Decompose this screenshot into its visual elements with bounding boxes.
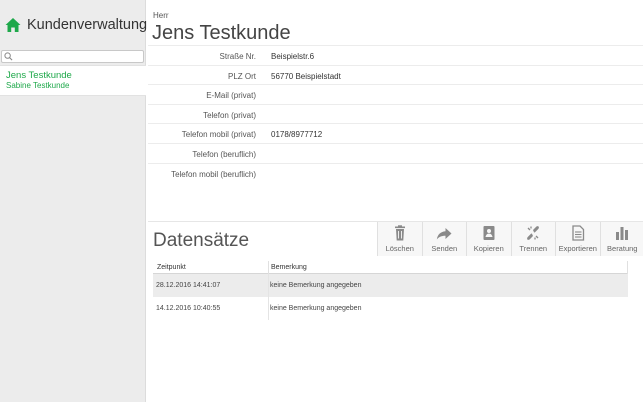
column-divider [268, 261, 269, 274]
search-field[interactable] [1, 50, 144, 63]
customer-details-form: Straße Nr. Beispielstr.6 PLZ Ort 56770 B… [148, 45, 643, 193]
table-row[interactable]: 28.12.2016 14:41:07 keine Bemerkung ange… [153, 274, 628, 297]
customer-name: Jens Testkunde [152, 22, 291, 44]
share-arrow-icon [437, 228, 452, 240]
customer-list: Jens Testkunde Sabine Testkunde [0, 65, 146, 96]
records-table: Zeitpunkt Bemerkung 28.12.2016 14:41:07 … [153, 261, 628, 320]
column-header-time[interactable]: Zeitpunkt [157, 264, 186, 271]
field-value[interactable]: Beispielstr.6 [271, 52, 314, 61]
cell-time: 14.12.2016 10:40:55 [156, 305, 221, 312]
unlink-button[interactable]: Trennen [510, 222, 555, 256]
field-row-mobile-business[interactable]: Telefon mobil (beruflich) [148, 162, 643, 193]
sidebar-header: Kundenverwaltung [0, 0, 148, 48]
sidebar: Kundenverwaltung Jens Testkunde Sabine T… [0, 0, 148, 402]
toolbar-label: Exportieren [558, 244, 597, 253]
delete-button[interactable]: Löschen [377, 222, 422, 256]
send-button[interactable]: Senden [421, 222, 466, 256]
field-row-zip-city[interactable]: PLZ Ort 56770 Beispielstadt [148, 64, 643, 85]
export-document-icon [572, 225, 584, 241]
table-header-row: Zeitpunkt Bemerkung [153, 261, 628, 274]
bar-chart-icon [616, 227, 629, 240]
app-title: Kundenverwaltung [27, 17, 148, 33]
field-label: Telefon mobil (privat) [181, 130, 256, 140]
unlink-icon [527, 226, 540, 240]
toolbar-label: Löschen [385, 244, 414, 253]
field-label: Telefon mobil (beruflich) [171, 169, 256, 179]
column-divider [268, 297, 269, 320]
cell-time: 28.12.2016 14:41:07 [156, 282, 221, 289]
field-row-phone-business[interactable]: Telefon (beruflich) [148, 142, 643, 163]
column-divider [627, 261, 628, 274]
column-header-remark[interactable]: Bemerkung [271, 264, 307, 271]
home-icon[interactable] [5, 17, 21, 33]
column-divider [268, 274, 269, 297]
customer-list-item[interactable]: Jens Testkunde [6, 70, 72, 81]
search-input[interactable] [14, 51, 142, 62]
field-label: Telefon (beruflich) [192, 149, 256, 159]
consulting-button[interactable]: Beratung [599, 222, 643, 256]
toolbar-label: Kopieren [473, 244, 504, 253]
copy-button[interactable]: Kopieren [466, 222, 511, 256]
field-label: E-Mail (privat) [206, 91, 256, 101]
table-row[interactable]: 14.12.2016 10:40:55 keine Bemerkung ange… [153, 297, 628, 320]
toolbar-label: Senden [431, 244, 458, 253]
field-label: Telefon (privat) [203, 110, 256, 120]
trash-icon [394, 225, 405, 241]
field-label: Straße Nr. [219, 52, 256, 61]
field-value[interactable]: 0178/8977712 [271, 130, 322, 139]
toolbar-label: Trennen [519, 244, 548, 253]
records-toolbar: Löschen Senden Kopieren Trennen Exportie… [377, 222, 643, 256]
customer-list-item[interactable]: Sabine Testkunde [6, 81, 69, 90]
field-row-phone-private[interactable]: Telefon (privat) [148, 103, 643, 124]
cell-remark: keine Bemerkung angegeben [270, 305, 362, 312]
customer-salutation: Herr [153, 11, 169, 20]
copy-icon [483, 226, 495, 240]
toolbar-label: Beratung [607, 244, 638, 253]
field-value[interactable]: 56770 Beispielstadt [271, 72, 341, 81]
field-row-email-private[interactable]: E-Mail (privat) [148, 84, 643, 104]
field-label: PLZ Ort [227, 71, 256, 81]
records-title: Datensätze [153, 230, 250, 251]
export-button[interactable]: Exportieren [555, 222, 600, 256]
cell-remark: keine Bemerkung angegeben [270, 282, 362, 289]
field-row-mobile-private[interactable]: Telefon mobil (privat) 0178/8977712 [148, 123, 643, 143]
field-row-street[interactable]: Straße Nr. Beispielstr.6 [148, 45, 643, 65]
search-icon [4, 52, 13, 61]
